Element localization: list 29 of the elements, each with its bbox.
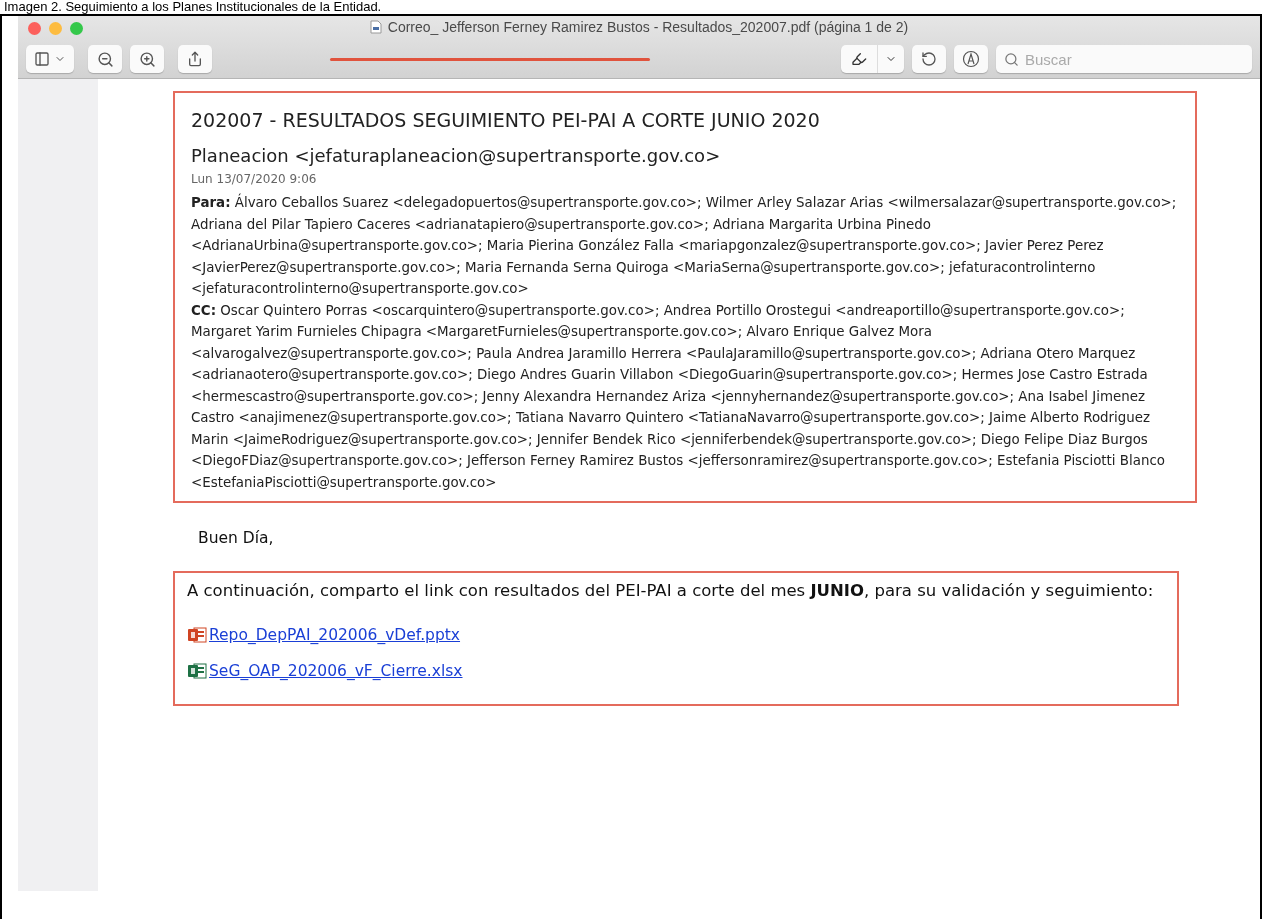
email-sender: Planeacion <jefaturaplaneacion@supertransporte.gov.co> [191, 145, 722, 166]
rotate-icon [921, 51, 937, 67]
window-title: Correo_ Jefferson Ferney Ramirez Bustos - Resultados_202007.pdf (página 1 de 2) [387, 19, 909, 35]
search-field[interactable]: Buscar [996, 45, 1252, 73]
pdf-file-icon [369, 20, 382, 34]
pen-tip-circle-icon [962, 50, 980, 68]
body-text: A continuación, comparto el link con resultados del PEI-PAI a corte del mes JUNIO, para su validación y seguimiento: [187, 580, 1155, 602]
rotate-button[interactable] [912, 45, 946, 73]
email-subject: 202007 - RESULTADOS SEGUIMIENTO PEI-PAI A CORTE JUNIO 2020 [191, 109, 821, 131]
zoom-in-icon [138, 50, 156, 68]
zoom-out-icon [96, 50, 114, 68]
attachment-link[interactable]: SeG_OAP_202006_vF_Cierre.xlsx [187, 662, 463, 680]
zoom-out-button[interactable] [88, 45, 122, 73]
sidebar-icon [34, 51, 50, 67]
markup-button[interactable] [954, 45, 988, 73]
zoom-in-button[interactable] [130, 45, 164, 73]
recipient-list: Para: Álvaro Ceballos Suarez <delegadopuertos@supertransporte.gov.co>; Wilmer Arley Salazar Arias <wilmersalazar@supertransporte.gov.co>; Adriana del Pilar Tapiero Caceres <adrianatapiero@supertransporte.gov.co>; Adriana Margarita Urbina Pinedo <AdrianaUrbina@supertransporte.gov.co>; Maria Pierina González Falla <mariapgonzalez@supertransporte.gov.co>; Javier Perez Perez <JavierPerez@supertransporte.gov.co>; Maria Fernanda Serna Quiroga <MariaSerna@supertransporte.gov.co>; jefaturacontrolinterno <jefaturacontrolinterno@supertransporte.gov.co> [191, 192, 1181, 300]
search-icon [1004, 52, 1019, 67]
recipient-list: CC: Oscar Quintero Porras <oscarquintero@supertransporte.gov.co>; Andrea Portillo Orostegui <andreaportillo@supertransporte.gov.co>; Margaret Yarim Furnieles Chipagra <MargaretFurnieles@supertransporte.gov.co>; Alvaro Enrique Galvez Mora <alvarogalvez@supertransporte.gov.co>; Paula Andrea Jaramillo Herrera <PaulaJaramillo@supertransporte.gov.co>; Adriana Otero Marquez <adrianaotero@supertransporte.gov.co>; Diego Andres Guarin Villabon <DiegoGuarin@supertransporte.gov.co>; Hermes Jose Castro Estrada <hermescastro@supertransporte.gov.co>; Jenny Alexandra Hernandez Ariza <jennyhernandez@supertransporte.gov.co>; Ana Isabel Jimenez Castro <anajimenez@supertransporte.gov.co>; Tatiana Navarro Quintero <TatianaNavarro@supertransporte.gov.co>; Jaime Alberto Rodriguez Marin <JaimeRodriguez@supertransporte.gov.co>; Jennifer Bendek Rico <jenniferbendek@supertransporte.gov.co>; Diego Felipe Diaz Burgos <DiegoFDiaz@supertransporte.gov.co>; Jefferson Ferney Ramirez Bustos <jeffersonramirez@supertransporte.gov.co>; Estefania Pisciotti Blanco <EstefaniaPisciotti@supertransporte.gov.co> [191, 299, 1181, 493]
share-button[interactable] [178, 45, 212, 73]
sidebar-toggle-button[interactable] [26, 45, 74, 73]
highlighter-icon [851, 51, 867, 67]
greeting: Buen Día, [198, 529, 275, 547]
attachment-link[interactable]: Repo_DepPAI_202006_vDef.pptx [187, 626, 461, 644]
share-icon [187, 51, 203, 67]
figure-caption: Imagen 2. Seguimiento a los Planes Institucionales de la Entidad. [3, 0, 383, 14]
file-type-icon [187, 662, 207, 680]
file-type-icon [187, 626, 207, 644]
email-date: Lun 13/07/2020 9:06 [191, 172, 318, 186]
